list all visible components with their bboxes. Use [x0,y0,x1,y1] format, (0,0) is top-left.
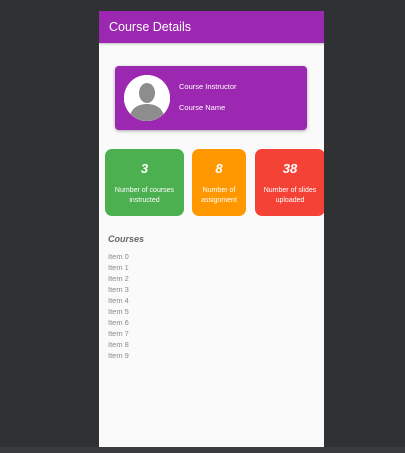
list-item[interactable]: Item 7 [108,328,129,339]
slides-count-value: 38 [282,161,298,176]
person-placeholder-icon [124,75,170,121]
list-item[interactable]: Item 5 [108,306,129,317]
avatar [124,75,170,121]
list-item[interactable]: Item 1 [108,262,129,273]
courses-count-label: Number of courses instructed [114,187,175,204]
course-list: Item 0 Item 1 Item 2 Item 3 Item 4 Item … [108,251,129,361]
list-item[interactable]: Item 4 [108,295,129,306]
app-screen: Course Details Course Instructor Course … [99,11,324,447]
course-name-label: Course Name [179,103,226,112]
course-instructor-label: Course Instructor [179,82,237,91]
slides-count-label: Number of slides uploaded [263,187,317,204]
list-item[interactable]: Item 2 [108,273,129,284]
courses-count-value: 3 [140,161,149,176]
courses-count-card[interactable]: 3 Number of courses instructed [105,149,184,216]
courses-heading: Courses [108,234,145,244]
list-item[interactable]: Item 3 [108,284,129,295]
bottom-bar [0,447,405,453]
list-item[interactable]: Item 6 [108,317,129,328]
assignments-count-card[interactable]: 8 Number of assignment [192,149,246,216]
assignments-count-value: 8 [215,161,223,176]
list-item[interactable]: Item 0 [108,251,129,262]
slides-count-card[interactable]: 38 Number of slides uploaded [255,149,324,216]
list-item[interactable]: Item 9 [108,350,129,361]
assignments-count-label: Number of assignment [201,187,237,204]
app-bar: Course Details [99,11,324,43]
instructor-card: Course Instructor Course Name [115,66,307,130]
list-item[interactable]: Item 8 [108,339,129,350]
page-title: Course Details [109,20,191,34]
